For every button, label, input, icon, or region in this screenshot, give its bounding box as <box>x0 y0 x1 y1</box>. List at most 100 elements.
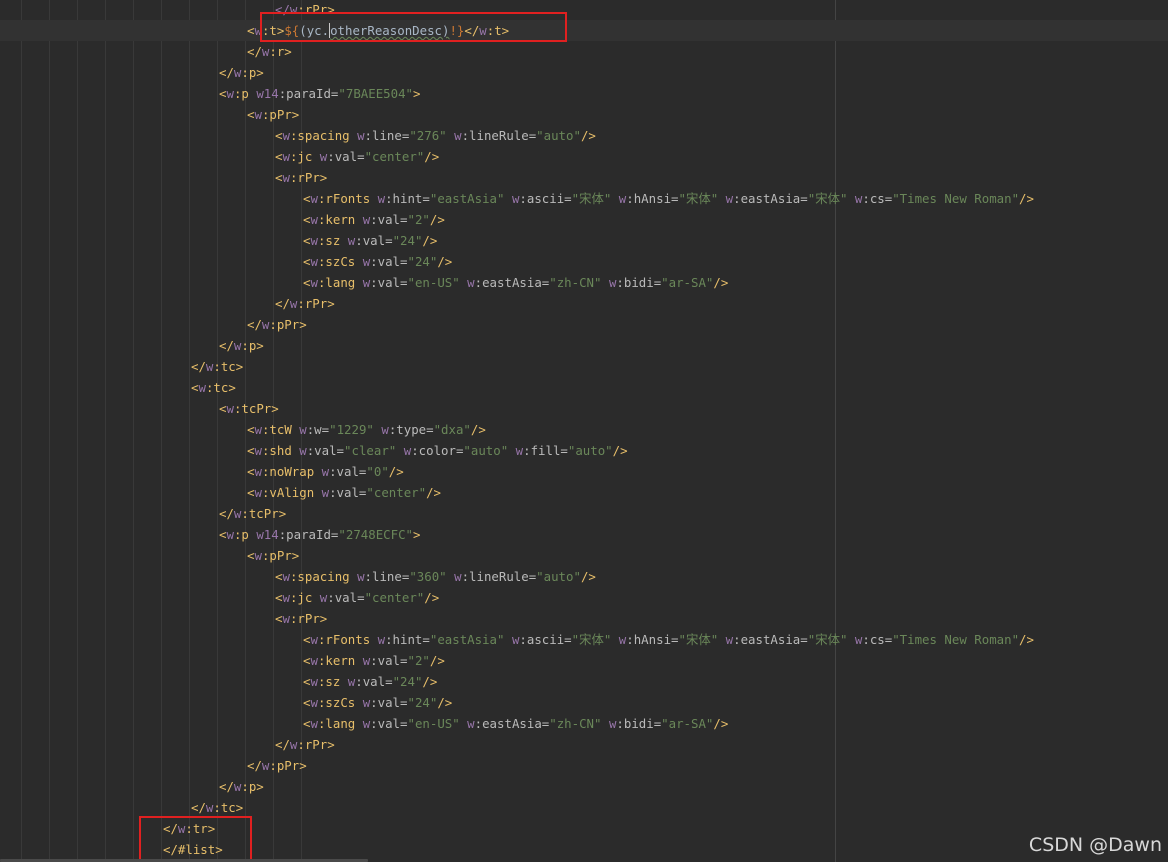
code-token-val: "2" <box>407 653 430 668</box>
code-token-tag: :p> <box>241 779 264 794</box>
code-line[interactable]: <w:rFonts w:hint="eastAsia" w:ascii="宋体"… <box>0 629 1168 650</box>
code-token-tag: :szCs <box>317 695 363 710</box>
code-line[interactable]: </w:rPr> <box>0 734 1168 755</box>
code-line[interactable]: <w:jc w:val="center"/> <box>0 587 1168 608</box>
code-token-val: "2" <box>407 212 430 227</box>
code-line[interactable]: <w:sz w:val="24"/> <box>0 671 1168 692</box>
code-line[interactable]: <w:p w14:paraId="2748ECFC"> <box>0 524 1168 545</box>
code-token-attr: :hint= <box>385 191 430 206</box>
code-line[interactable]: </w:tc> <box>0 356 1168 377</box>
code-line[interactable]: <w:shd w:val="clear" w:color="auto" w:fi… <box>0 440 1168 461</box>
code-token-attr: :val= <box>370 212 408 227</box>
code-token-ns: w <box>515 443 524 458</box>
code-line[interactable]: <w:spacing w:line="276" w:lineRule="auto… <box>0 125 1168 146</box>
code-token-ns: w <box>226 86 234 101</box>
code-line[interactable]: <w:szCs w:val="24"/> <box>0 251 1168 272</box>
code-token-tag: :szCs <box>317 254 363 269</box>
code-token-attr: :line= <box>364 128 410 143</box>
code-token-val: "center" <box>364 590 425 605</box>
code-line[interactable]: </w:tcPr> <box>0 503 1168 524</box>
code-line[interactable]: </w:pPr> <box>0 314 1168 335</box>
code-token-attr: :val= <box>370 653 408 668</box>
code-token-tag: :rPr> <box>297 737 335 752</box>
code-token-tag: </ <box>247 317 262 332</box>
code-line[interactable]: <w:vAlign w:val="center"/> <box>0 482 1168 503</box>
code-token-attr <box>611 632 618 647</box>
code-line[interactable]: <w:sz w:val="24"/> <box>0 230 1168 251</box>
code-token-attr: :lineRule= <box>461 128 537 143</box>
code-token-val: "auto" <box>463 443 509 458</box>
code-token-ns: w <box>310 716 318 731</box>
code-token-ns: w <box>467 275 475 290</box>
code-line[interactable]: <w:lang w:val="en-US" w:eastAsia="zh-CN"… <box>0 713 1168 734</box>
code-token-attr: :val= <box>327 149 365 164</box>
code-token-attr: :paraId= <box>278 86 339 101</box>
code-token-attr: :bidi= <box>616 275 662 290</box>
code-token-attr: :val= <box>327 590 365 605</box>
code-line[interactable]: <w:p w14:paraId="7BAEE504"> <box>0 83 1168 104</box>
code-token-attr: :val= <box>370 695 408 710</box>
code-token-tag: /> <box>470 422 486 437</box>
code-token-attr: :ascii= <box>519 191 572 206</box>
code-line[interactable]: <w:t>${(yc.otherReasonDesc)!}</w:t> <box>0 20 1168 41</box>
code-token-ns: w <box>310 191 318 206</box>
code-line[interactable]: <w:kern w:val="2"/> <box>0 650 1168 671</box>
code-token-tag: :pPr> <box>269 758 307 773</box>
code-line[interactable]: </w:rPr> <box>0 293 1168 314</box>
code-token-tag: /> <box>580 128 596 143</box>
code-token-tag: :noWrap <box>261 464 322 479</box>
code-line[interactable]: <w:rPr> <box>0 608 1168 629</box>
code-line[interactable]: <w:kern w:val="2"/> <box>0 209 1168 230</box>
code-line[interactable]: <w:noWrap w:val="0"/> <box>0 461 1168 482</box>
code-token-attr: :val= <box>306 443 345 458</box>
code-line[interactable]: </w:p> <box>0 335 1168 356</box>
code-token-attr: :hAnsi= <box>626 191 679 206</box>
code-token-attr: :w= <box>306 422 330 437</box>
code-token-ns: w <box>254 107 262 122</box>
code-line[interactable]: <w:lang w:val="en-US" w:eastAsia="zh-CN"… <box>0 272 1168 293</box>
code-line[interactable]: </w:pPr> <box>0 755 1168 776</box>
code-token-attr: :val= <box>370 254 408 269</box>
code-token-val: "zh-CN" <box>549 275 602 290</box>
code-token-ns: w <box>310 695 318 710</box>
code-token-attr <box>601 716 608 731</box>
code-editor[interactable]: </w:rPr> <w:t>${(yc.otherReasonDesc)!}</w… <box>0 0 1168 862</box>
code-token-val: "eastAsia" <box>429 191 505 206</box>
code-line[interactable]: <w:tcPr> <box>0 398 1168 419</box>
code-token-attr: :eastAsia= <box>733 632 808 647</box>
code-token-tag: :p <box>233 86 257 101</box>
code-line[interactable]: <w:pPr> <box>0 545 1168 566</box>
code-token-val: "24" <box>407 254 438 269</box>
code-line[interactable]: </w:tc> <box>0 797 1168 818</box>
code-token-ns: w <box>725 632 734 647</box>
code-line[interactable]: <w:rPr> <box>0 167 1168 188</box>
code-line[interactable]: <w:rFonts w:hint="eastAsia" w:ascii="宋体"… <box>0 188 1168 209</box>
code-line[interactable]: </w:p> <box>0 62 1168 83</box>
code-line[interactable]: </w:rPr> <box>0 0 1168 20</box>
code-token-attr: :val= <box>329 485 367 500</box>
code-line[interactable]: </w:p> <box>0 776 1168 797</box>
code-token-attr: :cs= <box>862 632 893 647</box>
code-token-tag: /> <box>429 212 445 227</box>
code-token-tag: :p <box>233 527 257 542</box>
code-line[interactable]: </w:r> <box>0 41 1168 62</box>
code-line[interactable]: <w:jc w:val="center"/> <box>0 146 1168 167</box>
code-line[interactable]: <w:szCs w:val="24"/> <box>0 692 1168 713</box>
code-token-tag: /> <box>1019 191 1034 206</box>
code-token-tag: </ <box>219 779 234 794</box>
code-token-attr: :paraId= <box>278 527 339 542</box>
code-token-attr: :eastAsia= <box>474 275 550 290</box>
code-token-tag: :tcPr> <box>233 401 279 416</box>
code-token-attr <box>847 632 854 647</box>
code-line[interactable]: <w:tc> <box>0 377 1168 398</box>
code-token-tag: /> <box>424 590 440 605</box>
code-token-val: "1229" <box>329 422 374 437</box>
code-line[interactable]: <w:spacing w:line="360" w:lineRule="auto… <box>0 566 1168 587</box>
code-token-tag: :pPr> <box>261 548 300 563</box>
code-token-val: "clear" <box>344 443 397 458</box>
code-token-attr <box>508 443 515 458</box>
code-token-attr <box>396 443 403 458</box>
code-token-attr: :ascii= <box>519 632 572 647</box>
code-line[interactable]: <w:tcW w:w="1229" w:type="dxa"/> <box>0 419 1168 440</box>
code-line[interactable]: <w:pPr> <box>0 104 1168 125</box>
